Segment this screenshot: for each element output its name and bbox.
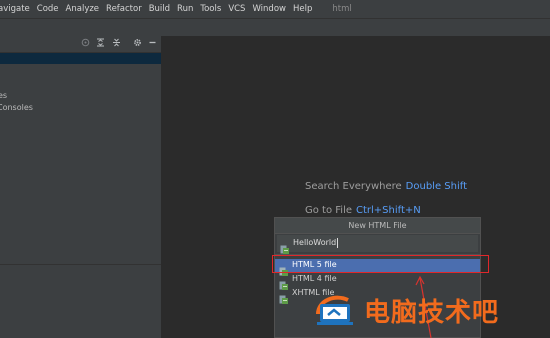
text-caret — [337, 238, 338, 248]
popup-title: New HTML File — [275, 218, 480, 234]
file-name-value: HelloWorld — [293, 238, 337, 247]
watermark: 电脑技术吧 — [312, 290, 550, 330]
menu-help[interactable]: Help — [293, 4, 312, 14]
hint-label: Go to File — [305, 205, 352, 216]
tree-item-consoles[interactable]: Consoles — [0, 103, 33, 112]
hint-label: Search Everywhere — [305, 181, 402, 192]
hide-icon[interactable] — [147, 38, 158, 49]
html-file-icon — [280, 239, 289, 254]
hint-go-to-file: Go to File Ctrl+Shift+N — [305, 205, 421, 216]
hint-shortcut: Double Shift — [405, 181, 468, 192]
panel-divider — [0, 264, 161, 265]
menu-analyze[interactable]: Analyze — [66, 4, 100, 14]
option-html4-file[interactable]: HTML 4 file — [275, 273, 480, 290]
navigation-toolbar — [0, 18, 550, 37]
menu-window[interactable]: Window — [252, 4, 286, 14]
menu-bar: avigate Code Analyze Refactor Build Run … — [0, 0, 550, 18]
hint-shortcut: Ctrl+Shift+N — [356, 205, 421, 216]
annotation-highlight-box — [272, 255, 489, 273]
collapse-all-icon[interactable] — [111, 38, 122, 49]
watermark-text: 电脑技术吧 — [364, 298, 500, 328]
menu-code[interactable]: Code — [37, 4, 59, 14]
project-panel: es Consoles — [0, 36, 162, 338]
option-label: HTML 4 file — [292, 274, 337, 283]
watermark-logo-icon — [316, 295, 353, 325]
hint-search-everywhere: Search Everywhere Double Shift — [305, 181, 467, 192]
expand-all-icon[interactable] — [95, 38, 106, 49]
menu-vcs[interactable]: VCS — [228, 4, 245, 14]
gear-icon[interactable] — [132, 38, 143, 49]
menu-refactor[interactable]: Refactor — [106, 4, 142, 14]
project-panel-header — [0, 36, 161, 53]
tree-item[interactable]: es — [0, 91, 7, 100]
menu-run[interactable]: Run — [177, 4, 193, 14]
locate-icon[interactable] — [80, 38, 91, 49]
menu-tools[interactable]: Tools — [200, 4, 221, 14]
menu-navigate[interactable]: avigate — [0, 4, 30, 14]
window-title: html — [332, 4, 352, 14]
file-name-input[interactable]: HelloWorld — [277, 235, 478, 254]
html-file-icon — [279, 275, 288, 290]
selected-tree-row[interactable] — [0, 53, 161, 64]
menu-build[interactable]: Build — [149, 4, 170, 14]
html-file-icon — [279, 289, 288, 304]
